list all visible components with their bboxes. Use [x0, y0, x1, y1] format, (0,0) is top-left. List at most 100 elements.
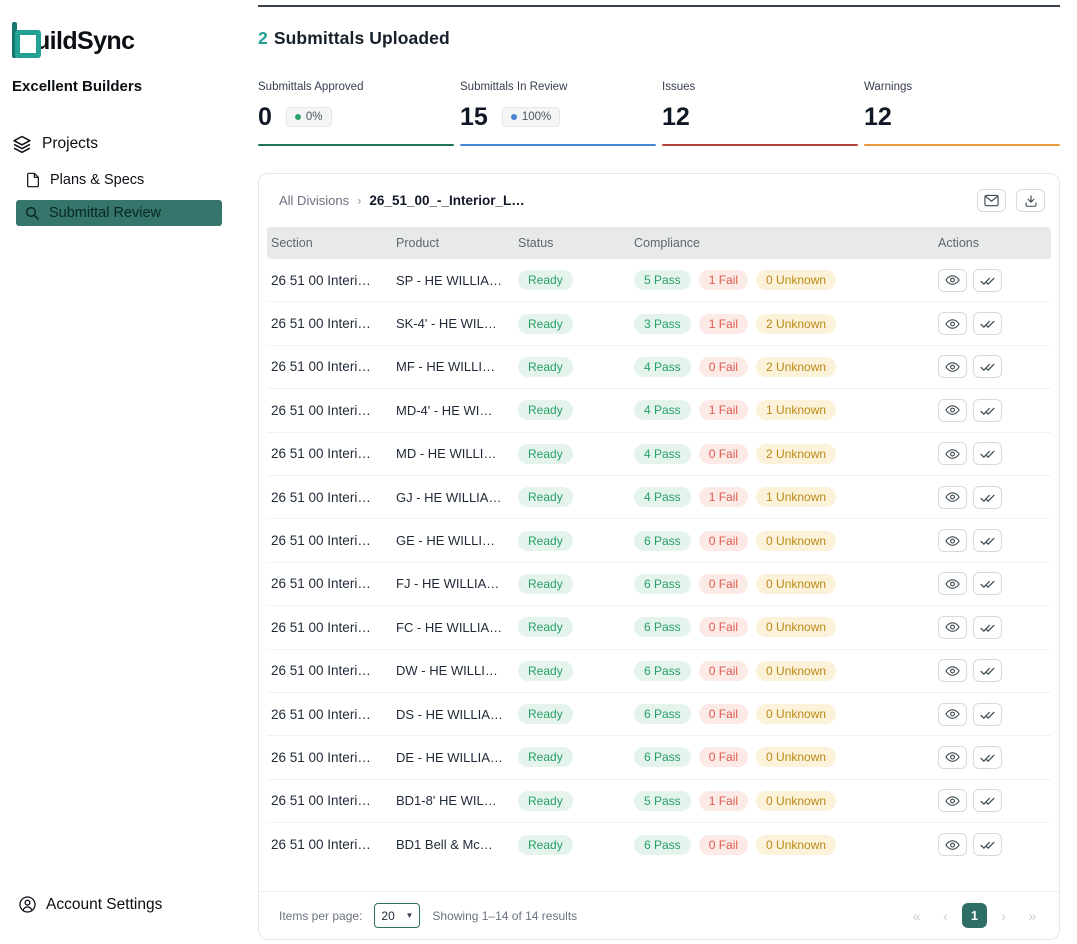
unknown-badge: 0 Unknown	[756, 747, 836, 767]
view-button[interactable]	[938, 659, 967, 682]
fail-badge: 1 Fail	[699, 791, 748, 811]
sidebar-item-plans-specs[interactable]: Plans & Specs	[0, 163, 232, 197]
view-button[interactable]	[938, 355, 967, 378]
double-check-icon	[980, 795, 995, 806]
approve-button[interactable]	[973, 529, 1002, 552]
fail-badge: 0 Fail	[699, 747, 748, 767]
unknown-badge: 1 Unknown	[756, 487, 836, 507]
view-button[interactable]	[938, 442, 967, 465]
unknown-badge: 2 Unknown	[756, 314, 836, 334]
approve-button[interactable]	[973, 616, 1002, 639]
page-title-text: Submittals Uploaded	[274, 28, 450, 48]
view-button[interactable]	[938, 269, 967, 292]
double-check-icon	[980, 492, 995, 503]
breadcrumb: All Divisions › 26_51_00_-_Interior_L…	[279, 193, 525, 208]
download-button[interactable]	[1016, 189, 1045, 212]
approve-button[interactable]	[973, 269, 1002, 292]
stats-row: Submittals Approved 0 0% Submittals In R…	[258, 81, 1060, 146]
document-icon	[25, 171, 41, 189]
eye-icon	[945, 448, 960, 460]
pagination-first-button[interactable]: «	[904, 903, 929, 928]
pass-badge: 4 Pass	[634, 400, 691, 420]
status-badge: Ready	[518, 791, 573, 811]
approve-button[interactable]	[973, 355, 1002, 378]
stat-percent-badge: 0%	[286, 107, 332, 127]
status-badge: Ready	[518, 531, 573, 551]
view-button[interactable]	[938, 529, 967, 552]
view-button[interactable]	[938, 312, 967, 335]
view-button[interactable]	[938, 572, 967, 595]
eye-icon	[945, 839, 960, 851]
breadcrumb-separator: ›	[357, 193, 361, 208]
approve-button[interactable]	[973, 789, 1002, 812]
table-row: 26 51 00 Interi… GJ - HE WILLIA… Ready 4…	[267, 476, 1051, 519]
sidebar-item-projects[interactable]: Projects	[0, 125, 232, 163]
double-check-icon	[980, 622, 995, 633]
view-button[interactable]	[938, 833, 967, 856]
unknown-badge: 0 Unknown	[756, 704, 836, 724]
stat-issues: Issues 12	[662, 81, 858, 146]
approve-button[interactable]	[973, 312, 1002, 335]
table-footer: Items per page: 20 ▼ Showing 1–14 of 14 …	[259, 891, 1059, 939]
stat-warnings: Warnings 12	[864, 81, 1060, 146]
stat-label: Submittals In Review	[460, 81, 656, 93]
section-cell: 26 51 00 Interi…	[271, 576, 396, 591]
section-cell: 26 51 00 Interi…	[271, 273, 396, 288]
search-icon	[24, 205, 40, 221]
section-cell: 26 51 00 Interi…	[271, 403, 396, 418]
sidebar-item-submittal-review[interactable]: Submittal Review	[16, 200, 222, 226]
view-button[interactable]	[938, 486, 967, 509]
status-badge: Ready	[518, 357, 573, 377]
approve-button[interactable]	[973, 746, 1002, 769]
approve-button[interactable]	[973, 486, 1002, 509]
unknown-badge: 0 Unknown	[756, 791, 836, 811]
stat-label: Warnings	[864, 81, 1060, 93]
approve-button[interactable]	[973, 572, 1002, 595]
sidebar: uildSync Excellent Builders Projects Pla…	[0, 0, 232, 944]
download-icon	[1024, 194, 1038, 208]
results-count: Showing 1–14 of 14 results	[432, 909, 577, 923]
double-check-icon	[980, 535, 995, 546]
section-cell: 26 51 00 Interi…	[271, 490, 396, 505]
view-button[interactable]	[938, 789, 967, 812]
double-check-icon	[980, 578, 995, 589]
approve-button[interactable]	[973, 703, 1002, 726]
approve-button[interactable]	[973, 399, 1002, 422]
eye-icon	[945, 404, 960, 416]
fail-badge: 0 Fail	[699, 357, 748, 377]
stat-value: 0	[258, 103, 272, 132]
unknown-badge: 1 Unknown	[756, 400, 836, 420]
breadcrumb-root[interactable]: All Divisions	[279, 193, 349, 208]
table-header: Section Product Status Compliance Action…	[267, 227, 1051, 259]
app-root: uildSync Excellent Builders Projects Pla…	[0, 0, 1077, 944]
approve-button[interactable]	[973, 442, 1002, 465]
view-button[interactable]	[938, 399, 967, 422]
column-header-product: Product	[396, 236, 518, 250]
status-badge: Ready	[518, 574, 573, 594]
view-button[interactable]	[938, 616, 967, 639]
pagination-next-button[interactable]: ›	[991, 903, 1016, 928]
pass-badge: 6 Pass	[634, 747, 691, 767]
email-button[interactable]	[977, 189, 1006, 212]
layers-icon	[12, 134, 32, 154]
pagination-prev-button[interactable]: ‹	[933, 903, 958, 928]
pagination-last-button[interactable]: »	[1020, 903, 1045, 928]
approve-button[interactable]	[973, 659, 1002, 682]
unknown-badge: 0 Unknown	[756, 270, 836, 290]
items-per-page-select[interactable]: 20 ▼	[374, 903, 420, 928]
stat-label: Issues	[662, 81, 858, 93]
view-button[interactable]	[938, 746, 967, 769]
submittal-count: 2	[258, 28, 268, 48]
pagination-page-1-button[interactable]: 1	[962, 903, 987, 928]
logo-text: uildSync	[35, 24, 134, 58]
view-button[interactable]	[938, 703, 967, 726]
envelope-icon	[984, 194, 999, 207]
stat-underline	[460, 144, 656, 146]
items-per-page-label: Items per page:	[279, 909, 362, 923]
eye-icon	[945, 795, 960, 807]
approve-button[interactable]	[973, 833, 1002, 856]
logo[interactable]: uildSync	[0, 10, 232, 58]
fail-badge: 0 Fail	[699, 444, 748, 464]
sidebar-item-account-settings[interactable]: Account Settings	[0, 887, 232, 922]
product-cell: BD1 Bell & Mc…	[396, 837, 518, 852]
